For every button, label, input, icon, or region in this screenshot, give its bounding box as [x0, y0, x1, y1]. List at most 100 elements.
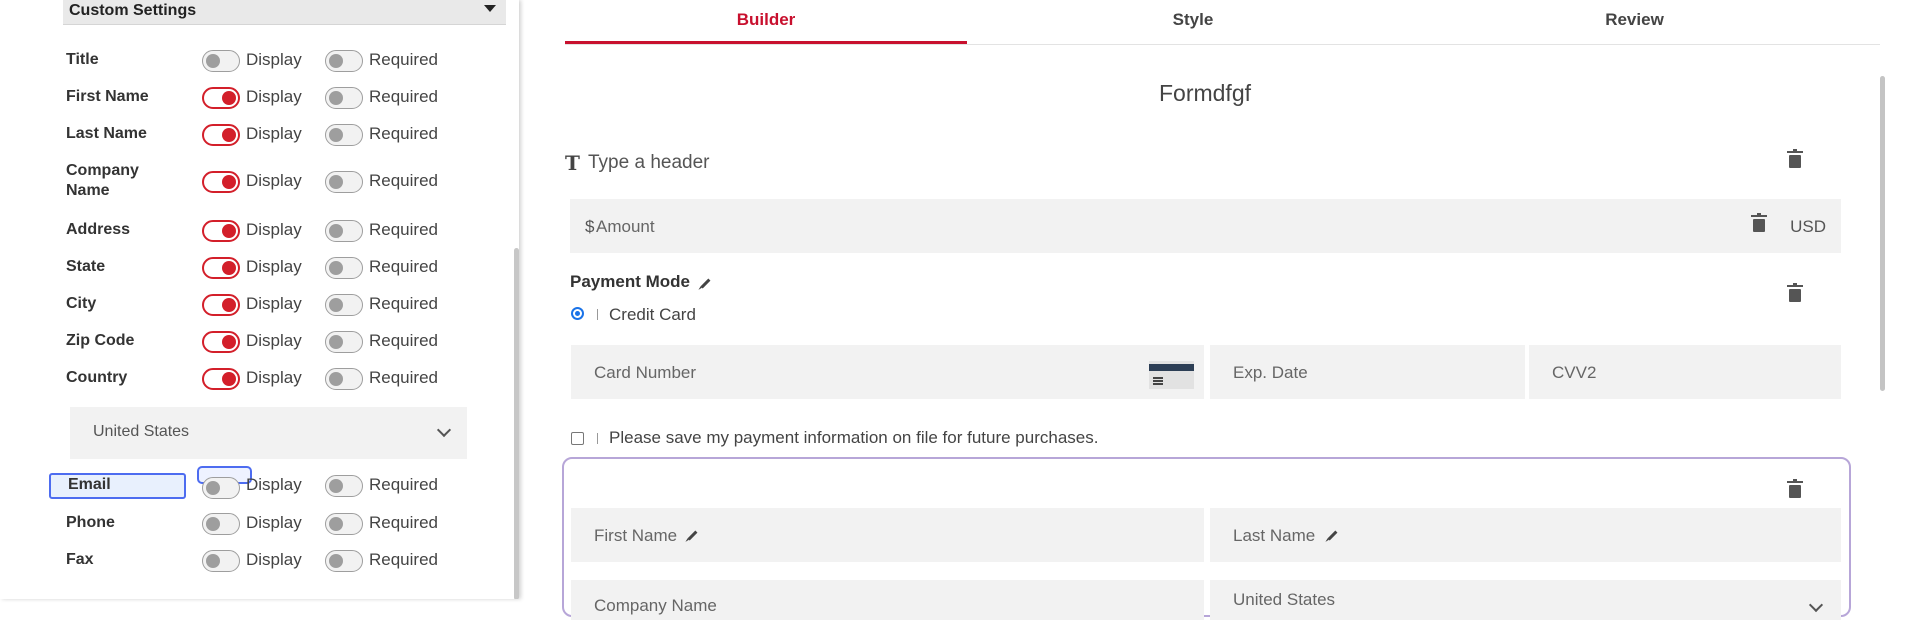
- caret-down-icon[interactable]: [484, 5, 496, 12]
- field-settings-panel: Custom Settings Title Display Required F…: [0, 0, 519, 599]
- display-label: Display: [246, 475, 302, 494]
- card-number-placeholder: Card Number: [594, 363, 697, 382]
- field-label: Company Name: [66, 162, 139, 199]
- custom-settings-header[interactable]: Custom Settings: [63, 0, 506, 25]
- display-toggle[interactable]: [202, 50, 240, 72]
- display-toggle[interactable]: [202, 513, 240, 535]
- display-toggle[interactable]: [202, 331, 240, 353]
- cvv-placeholder: CVV2: [1552, 363, 1597, 382]
- company-name-placeholder: Company Name: [594, 596, 717, 615]
- required-label: Required: [369, 331, 438, 350]
- amount-field[interactable]: $ Amount USD: [570, 199, 1841, 253]
- display-toggle[interactable]: [202, 257, 240, 279]
- field-label: City: [66, 295, 97, 312]
- card-number-field[interactable]: Card Number: [571, 345, 1204, 399]
- field-label: First Name: [66, 88, 149, 105]
- currency-label: USD: [1790, 217, 1826, 236]
- left-panel-scrollbar[interactable]: [514, 248, 519, 599]
- credit-card-icon: [1149, 361, 1194, 389]
- field-settings-list: Custom Settings Title Display Required F…: [49, 0, 515, 599]
- display-toggle[interactable]: [202, 124, 240, 146]
- required-label: Required: [369, 475, 438, 494]
- field-label: Country: [66, 369, 128, 386]
- first-name-field[interactable]: First Name: [571, 508, 1204, 562]
- required-label: Required: [369, 87, 438, 106]
- required-toggle[interactable]: [325, 475, 363, 497]
- display-label: Display: [246, 294, 302, 313]
- display-label: Display: [246, 171, 302, 190]
- required-toggle[interactable]: [325, 257, 363, 279]
- required-toggle[interactable]: [325, 550, 363, 572]
- chevron-down-icon[interactable]: [436, 422, 452, 438]
- required-toggle[interactable]: [325, 294, 363, 316]
- trash-icon[interactable]: [1751, 213, 1767, 232]
- save-payment-checkbox[interactable]: [571, 432, 584, 445]
- separator: [597, 309, 598, 320]
- first-name-placeholder: First Name: [594, 526, 678, 545]
- required-toggle[interactable]: [325, 50, 363, 72]
- display-label: Display: [246, 257, 302, 276]
- pencil-icon[interactable]: [687, 530, 698, 541]
- required-label: Required: [369, 171, 438, 190]
- pencil-icon[interactable]: [700, 278, 711, 289]
- display-label: Display: [246, 513, 302, 532]
- field-label: Last Name: [66, 125, 147, 142]
- text-format-icon: T: [565, 151, 580, 175]
- chevron-down-icon[interactable]: [1808, 597, 1824, 613]
- builder-tabs: Builder Style Review: [565, 0, 1880, 45]
- tab-builder[interactable]: Builder: [565, 0, 967, 44]
- display-toggle[interactable]: [202, 368, 240, 390]
- payment-mode-label: Payment Mode: [570, 272, 690, 291]
- display-toggle[interactable]: [202, 477, 240, 499]
- trash-icon[interactable]: [1787, 149, 1803, 168]
- trash-icon[interactable]: [1787, 283, 1803, 302]
- required-label: Required: [369, 220, 438, 239]
- display-toggle[interactable]: [202, 550, 240, 572]
- form-scrollbar[interactable]: [1880, 76, 1885, 391]
- display-toggle[interactable]: [202, 294, 240, 316]
- exp-date-placeholder: Exp. Date: [1233, 363, 1308, 382]
- required-label: Required: [369, 124, 438, 143]
- last-name-field[interactable]: Last Name: [1210, 508, 1841, 562]
- pencil-icon[interactable]: [1327, 530, 1338, 541]
- credit-card-radio[interactable]: [571, 307, 584, 320]
- required-label: Required: [369, 513, 438, 532]
- required-label: Required: [369, 50, 438, 69]
- amount-placeholder: Amount: [596, 217, 655, 236]
- form-title[interactable]: Formdfgf: [565, 80, 1845, 107]
- header-input[interactable]: Type a header: [588, 152, 709, 174]
- trash-icon[interactable]: [1787, 479, 1803, 498]
- contact-country-value: United States: [1233, 590, 1336, 609]
- dollar-prefix: $: [585, 217, 595, 236]
- required-toggle[interactable]: [325, 513, 363, 535]
- field-label: Email: [68, 476, 111, 493]
- display-toggle[interactable]: [202, 220, 240, 242]
- required-toggle[interactable]: [325, 124, 363, 146]
- field-label: Title: [66, 51, 99, 68]
- required-toggle[interactable]: [325, 368, 363, 390]
- required-toggle[interactable]: [325, 87, 363, 109]
- country-select-value: United States: [93, 423, 190, 440]
- tab-review[interactable]: Review: [1419, 0, 1850, 44]
- required-label: Required: [369, 550, 438, 569]
- tab-style[interactable]: Style: [967, 0, 1419, 44]
- display-toggle[interactable]: [202, 171, 240, 193]
- field-label: Fax: [66, 551, 94, 568]
- company-name-field[interactable]: Company Name: [571, 580, 1204, 620]
- country-select[interactable]: United States: [70, 407, 467, 459]
- field-label: State: [66, 258, 106, 275]
- save-payment-label: Please save my payment information on fi…: [609, 428, 1099, 447]
- display-label: Display: [246, 220, 302, 239]
- display-label: Display: [246, 550, 302, 569]
- display-label: Display: [246, 368, 302, 387]
- cvv-field[interactable]: CVV2: [1529, 345, 1841, 399]
- required-toggle[interactable]: [325, 331, 363, 353]
- field-label: Zip Code: [66, 332, 135, 349]
- display-toggle[interactable]: [202, 87, 240, 109]
- required-label: Required: [369, 294, 438, 313]
- required-toggle[interactable]: [325, 171, 363, 193]
- credit-card-label: Credit Card: [609, 305, 696, 324]
- contact-country-select[interactable]: United States: [1210, 580, 1841, 620]
- required-toggle[interactable]: [325, 220, 363, 242]
- exp-date-field[interactable]: Exp. Date: [1210, 345, 1525, 399]
